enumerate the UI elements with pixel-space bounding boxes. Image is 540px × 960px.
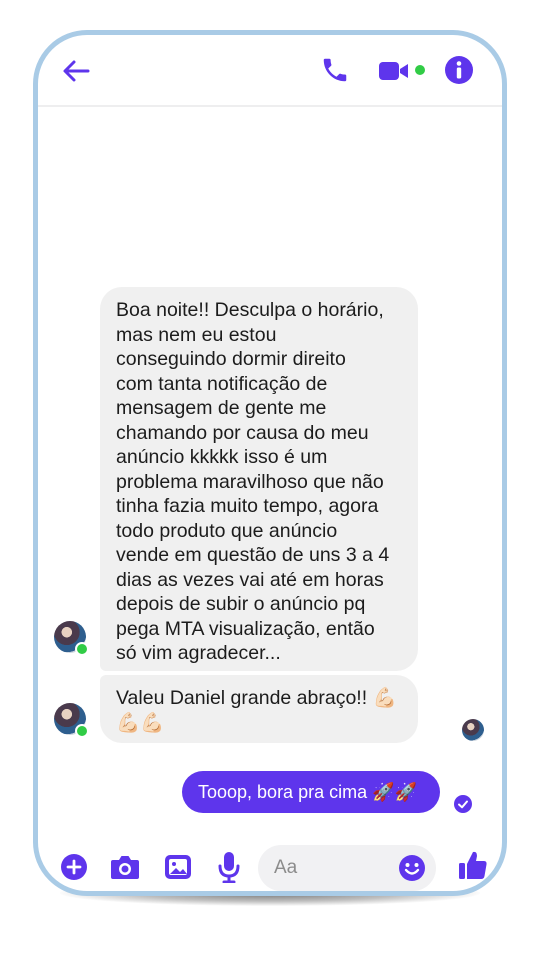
online-indicator: [75, 642, 89, 656]
message-input[interactable]: Aa: [258, 845, 436, 891]
read-receipt-avatar: [462, 719, 484, 741]
thumbs-up-icon[interactable]: [458, 849, 488, 881]
delivered-check-icon: [454, 795, 472, 813]
received-message[interactable]: Valeu Daniel grande abraço!! 💪🏻 💪🏻💪🏻: [100, 675, 418, 743]
phone-frame: Boa noite!! Desculpa o horário, mas nem …: [33, 30, 507, 896]
phone-icon[interactable]: [320, 55, 350, 85]
emoji-icon[interactable]: [398, 854, 426, 882]
online-indicator: [75, 724, 89, 738]
video-camera-icon[interactable]: [378, 59, 414, 83]
back-arrow-icon[interactable]: [62, 59, 90, 83]
microphone-icon[interactable]: [218, 851, 240, 883]
message-input-placeholder: Aa: [274, 857, 298, 878]
online-indicator: [415, 65, 425, 75]
plus-icon[interactable]: [60, 853, 88, 881]
sent-message[interactable]: Tooop, bora pra cima 🚀🚀: [182, 771, 440, 813]
camera-icon[interactable]: [110, 854, 140, 880]
info-icon[interactable]: [444, 55, 474, 85]
gallery-icon[interactable]: [164, 853, 192, 881]
chat-header: [38, 35, 502, 107]
received-message[interactable]: Boa noite!! Desculpa o horário, mas nem …: [100, 287, 418, 671]
